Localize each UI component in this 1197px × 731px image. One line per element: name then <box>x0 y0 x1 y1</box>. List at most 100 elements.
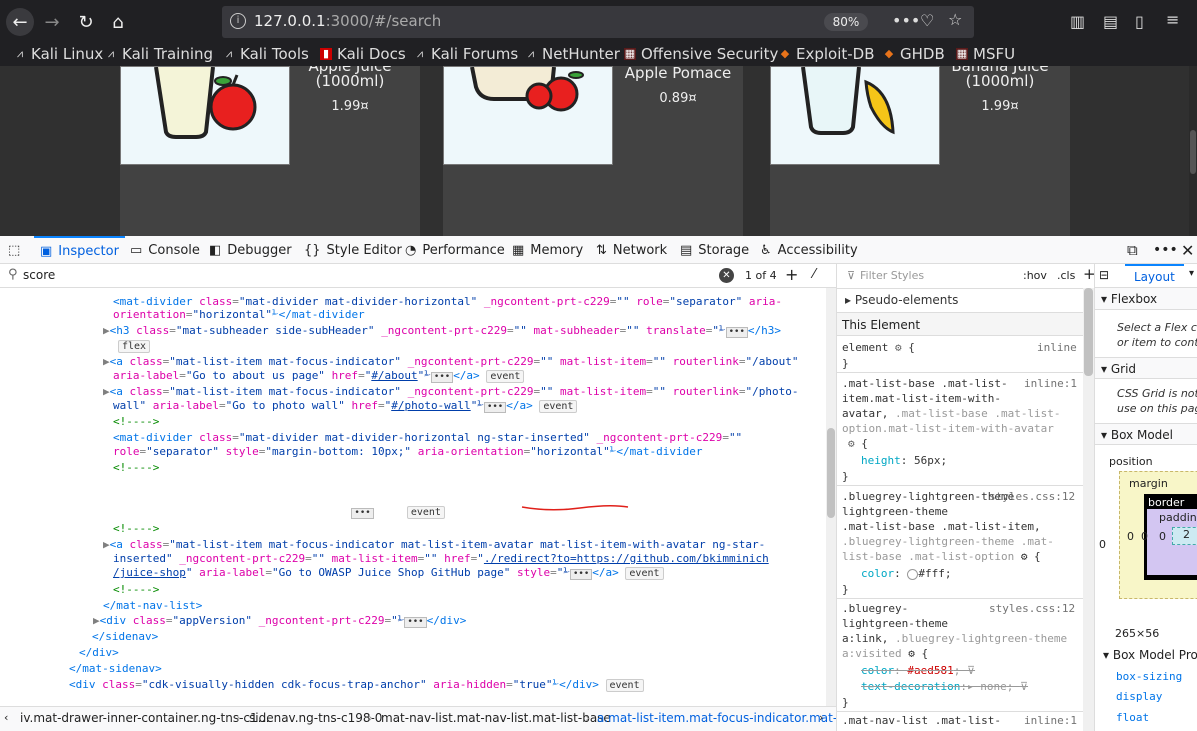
rule-selector[interactable]: list-base .mat-list-option ⚙ { <box>842 549 1041 564</box>
rule-selector[interactable]: .mat-list-base .mat-list- <box>842 376 1008 391</box>
eyedropper-icon[interactable]: ⁄ <box>813 267 815 282</box>
tab-storage[interactable]: ▤ Storage <box>680 236 749 264</box>
devtools-menu-icon[interactable]: ••• <box>1153 236 1178 264</box>
markup-node[interactable]: ▶<a class="mat-list-item mat-focus-indic… <box>103 384 798 399</box>
rules-scrollbar[interactable] <box>1083 288 1094 731</box>
breadcrumb-scroll-left-icon[interactable]: ‹ <box>4 711 8 724</box>
tab-accessibility[interactable]: ♿ Accessibility <box>760 236 858 264</box>
rule-source[interactable]: styles.css:12 <box>989 601 1075 616</box>
forward-arrow-icon[interactable]: → <box>38 8 66 36</box>
rule-selector[interactable]: item.mat-list-item-with- <box>842 391 1001 406</box>
rule-source[interactable]: inline:1 <box>1024 376 1077 391</box>
sidebar-icon[interactable]: ▤ <box>1103 12 1118 31</box>
grid-section-header[interactable]: ▾ Grid <box>1095 357 1197 379</box>
markup-node[interactable]: <div class="cdk-visually-hidden cdk-focu… <box>69 677 644 692</box>
rule-selector[interactable]: avatar, .mat-list-base .mat-list- <box>842 406 1061 421</box>
rule-selector[interactable]: lightgreen-theme <box>842 504 948 519</box>
bookmark-star-icon[interactable]: ☆ <box>948 10 962 29</box>
back-arrow-icon[interactable]: ← <box>6 8 34 36</box>
markup-node[interactable]: </div> <box>79 645 119 660</box>
markup-node[interactable]: </mat-nav-list> <box>103 598 202 613</box>
menu-icon[interactable]: ≡ <box>1166 10 1179 29</box>
classes-button[interactable]: .cls <box>1057 269 1075 282</box>
markup-node[interactable]: ▶<a class="mat-list-item mat-focus-indic… <box>103 537 765 552</box>
markup-comment[interactable]: <!----> <box>113 460 159 475</box>
flex-badge[interactable]: flex <box>118 338 151 353</box>
element-picker-icon[interactable]: ⬚ <box>8 236 26 264</box>
rule-selector[interactable]: .mat-list-base .mat-list-item, <box>842 519 1041 534</box>
css-declaration-overridden[interactable]: text-decoration:▸ none; ⊽ <box>861 679 1028 694</box>
library-icon[interactable]: ▥ <box>1070 12 1085 31</box>
chevron-down-icon[interactable]: ▾ <box>1189 268 1194 279</box>
rule-source[interactable]: inline <box>1037 340 1077 355</box>
box-model-properties-toggle[interactable]: ▾ Box Model Properties <box>1103 648 1197 662</box>
markup-node[interactable]: inserted" _ngcontent-prt-c229="" mat-lis… <box>113 551 769 566</box>
tab-debugger[interactable]: ◧ Debugger <box>209 236 292 264</box>
zoom-level[interactable]: 80% <box>824 13 868 31</box>
bookmark-kali-linux[interactable]: ⩘ Kali Linux <box>14 45 103 63</box>
bookmark-offensive-security[interactable]: ▦ Offensive Security <box>624 45 778 63</box>
bookmark-msfu[interactable]: ▦ MSFU <box>956 45 1015 63</box>
rule-selector[interactable]: a:link, .bluegrey-lightgreen-theme <box>842 631 1067 646</box>
pocket-icon[interactable]: ♡ <box>920 11 934 30</box>
rule-selector[interactable]: element ⚙ { <box>842 340 915 355</box>
rule-selector[interactable]: option.mat-list-item-with-avatar <box>842 421 1054 436</box>
add-node-icon[interactable]: + <box>785 265 798 284</box>
tab-inspector[interactable]: ▣ Inspector <box>34 236 125 264</box>
pseudo-elements-toggle[interactable]: ▸ Pseudo-elements <box>845 293 958 308</box>
breadcrumb-item-current[interactable]: a.mat-list-item.mat-focus-indicator.mat-… <box>597 711 849 725</box>
breadcrumb-scroll-right-icon[interactable]: › <box>819 711 823 724</box>
markup-node[interactable]: </mat-sidenav> <box>69 661 162 676</box>
filter-styles-input[interactable]: Filter Styles <box>860 269 924 282</box>
margin-left-value[interactable]: 0 <box>1099 538 1106 551</box>
tab-console[interactable]: ▭ Console <box>130 236 200 264</box>
page-scrollbar-thumb[interactable] <box>1190 130 1196 174</box>
product-card[interactable]: Apple Pomace 0.89¤ <box>443 66 743 236</box>
markup-scrollbar-thumb[interactable] <box>827 428 835 518</box>
bookmark-kali-tools[interactable]: ⩘ Kali Tools <box>223 45 309 63</box>
rule-selector[interactable]: .mat-nav-list .mat-list- <box>842 713 1001 728</box>
rule-selector[interactable]: lightgreen-theme <box>842 616 948 631</box>
rule-source[interactable]: inline:1 <box>1024 713 1077 728</box>
property-name[interactable]: display <box>1116 690 1162 703</box>
css-declaration[interactable]: color: #fff; <box>861 566 952 581</box>
product-card[interactable]: Banana Juice (1000ml) 1.99¤ <box>770 66 1070 236</box>
box-model-border[interactable]: border padding 2 <box>1144 494 1197 580</box>
hover-states-button[interactable]: :hov <box>1023 269 1047 282</box>
rule-selector[interactable]: .bluegrey-lightgreen-theme .mat- <box>842 534 1054 549</box>
markup-search-input[interactable]: score <box>23 268 55 282</box>
markup-node[interactable]: wall" aria-label="Go to photo wall" href… <box>113 398 578 413</box>
box-model-content[interactable]: 2 <box>1172 527 1197 545</box>
rule-selector[interactable]: .bluegrey- <box>842 601 908 616</box>
tab-layout[interactable]: Layout <box>1125 264 1184 288</box>
markup-node[interactable]: ▶<h3 class="mat-subheader side-subHeader… <box>103 323 781 338</box>
reload-icon[interactable]: ↻ <box>72 8 100 36</box>
rule-source[interactable]: styles.css:12 <box>989 489 1075 504</box>
markup-node[interactable]: /juice-shop" aria-label="Go to OWASP Jui… <box>113 565 664 580</box>
markup-node[interactable]: </sidenav> <box>92 629 158 644</box>
bookmark-nethunter[interactable]: ⩘ NetHunter <box>525 45 620 63</box>
page-actions-icon[interactable]: ••• <box>892 11 920 30</box>
markup-scrollbar[interactable] <box>826 288 836 706</box>
clear-search-icon[interactable]: ✕ <box>719 268 734 283</box>
markup-node-selected[interactable]: board" href="#/score-board" style="⅟ ••• <… <box>113 504 445 519</box>
tab-memory[interactable]: ▦ Memory <box>512 236 583 264</box>
rules-scrollbar-thumb[interactable] <box>1084 288 1093 376</box>
padding-left-value[interactable]: 0 <box>1141 530 1148 543</box>
markup-comment[interactable]: <!----> <box>113 521 159 536</box>
url-bar[interactable]: i 127.0.0.1:3000/#/search 80% ••• ♡ ☆ <box>222 6 974 38</box>
markup-node[interactable]: <mat-divider class="mat-divider mat-divi… <box>113 430 742 445</box>
bookmark-ghdb[interactable]: ◆ GHDB <box>883 45 945 63</box>
reader-icon[interactable]: ▯ <box>1135 12 1144 31</box>
bookmark-kali-forums[interactable]: ⩘ Kali Forums <box>414 45 518 63</box>
markup-node[interactable]: orientation="horizontal"⅟</mat-divider <box>113 307 365 322</box>
markup-node-selected[interactable]: inserted" _ngcontent-prt-c229="" mat-lis… <box>113 490 769 505</box>
tab-network[interactable]: ⇅ Network <box>596 236 667 264</box>
box-model-padding[interactable]: padding 2 <box>1147 509 1197 575</box>
markup-node[interactable]: aria-label="Go to about us page" href="#… <box>113 368 525 383</box>
breadcrumb-item[interactable]: iv.mat-drawer-inner-container.ng-tns-c1… <box>20 711 270 725</box>
bookmark-kali-training[interactable]: ⩘ Kali Training <box>105 45 213 63</box>
page-scrollbar[interactable] <box>1189 66 1197 236</box>
property-name[interactable]: box-sizing <box>1116 670 1182 683</box>
site-info-icon[interactable]: i <box>230 13 246 29</box>
